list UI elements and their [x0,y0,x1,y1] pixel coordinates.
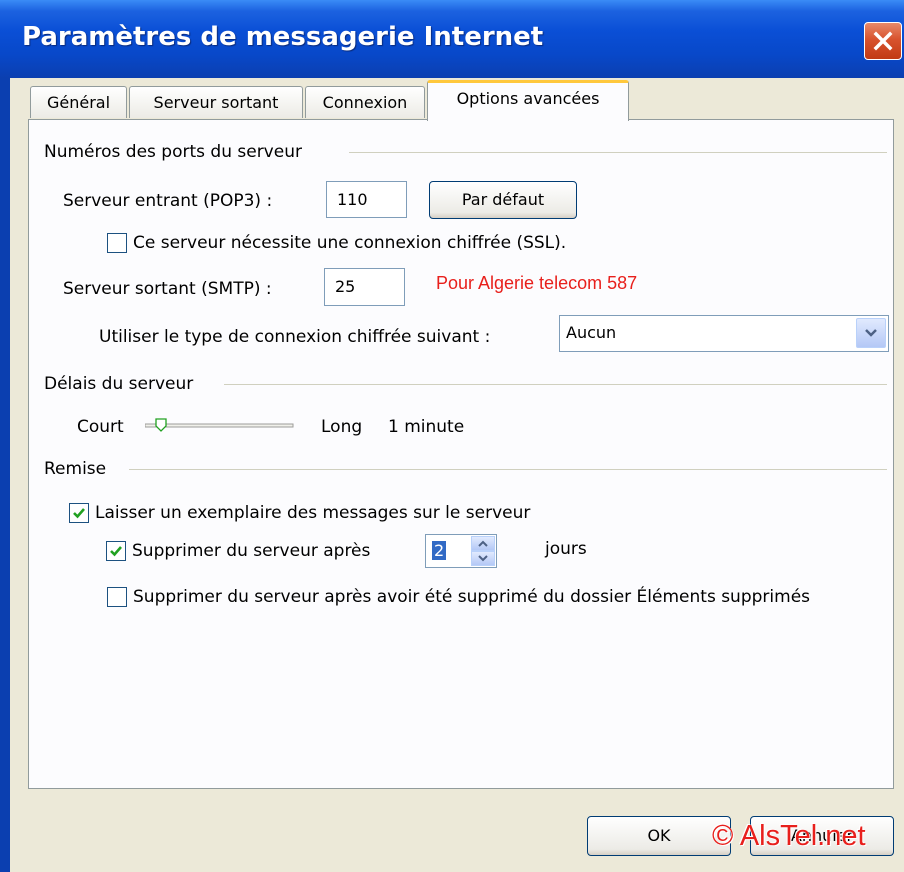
days-unit-label: jours [545,539,587,559]
smtp-port-annotation: Pour Algerie telecom 587 [436,273,638,293]
spin-up-button[interactable] [471,536,495,551]
tab-outgoing-server[interactable]: Serveur sortant [129,86,303,118]
remove-after-days-spinner[interactable]: 2 [425,534,497,568]
dropdown-arrow-button[interactable] [856,318,886,348]
spin-down-button[interactable] [471,551,495,566]
timeout-long-label: Long [321,417,363,437]
delivery-group-divider [129,469,887,470]
ssl-checkbox-label: Ce serveur nécessite une connexion chiff… [133,233,567,253]
incoming-port-label: Serveur entrant (POP3) : [63,191,273,211]
window-title: Paramètres de messagerie Internet [22,22,544,52]
watermark: © AlsTel.net [712,820,866,852]
advanced-options-panel: Numéros des ports du serveur Serveur ent… [28,119,894,789]
tab-connection[interactable]: Connexion [305,86,425,118]
tab-advanced-options[interactable]: Options avancées [427,80,629,121]
close-icon [873,31,893,51]
timeouts-group-label: Délais du serveur [44,374,194,394]
encryption-type-select[interactable]: Aucun [559,315,889,352]
timeout-slider[interactable] [145,417,295,437]
timeout-slider-graphic [145,418,294,432]
remove-after-days-value[interactable]: 2 [432,541,447,560]
ssl-checkbox[interactable] [107,233,127,253]
chevron-down-icon [478,555,488,562]
leave-copy-checkbox[interactable] [69,503,89,523]
timeouts-group-divider [224,384,887,385]
timeout-value: 1 minute [388,417,465,437]
remove-deleted-label: Supprimer du serveur après avoir été sup… [133,587,811,607]
ok-button[interactable]: OK [587,816,731,856]
remove-after-checkbox[interactable] [106,541,126,561]
ports-group-divider [349,152,887,153]
checkmark-icon [110,546,122,557]
leave-copy-label: Laisser un exemplaire des messages sur l… [95,503,531,523]
title-bar[interactable]: Paramètres de messagerie Internet [0,0,904,78]
spin-buttons [471,536,495,566]
incoming-port-input[interactable]: 110 [326,181,407,218]
chevron-up-icon [478,540,488,547]
remove-after-label: Supprimer du serveur après [132,541,371,561]
default-ports-button[interactable]: Par défaut [429,181,577,219]
outgoing-port-label: Serveur sortant (SMTP) : [63,279,272,299]
remove-after-days-value-wrap: 2 [432,541,447,560]
dialog-window: Paramètres de messagerie Internet Généra… [0,0,904,872]
encryption-type-label: Utiliser le type de connexion chiffrée s… [99,327,491,347]
window-frame [0,78,10,872]
timeout-slider-thumb[interactable] [155,418,167,432]
checkmark-icon [73,508,85,519]
close-button[interactable] [864,22,902,60]
delivery-group-label: Remise [44,459,107,479]
ports-group-label: Numéros des ports du serveur [44,142,302,162]
encryption-type-value: Aucun [566,323,617,342]
remove-deleted-checkbox[interactable] [107,587,127,607]
timeout-short-label: Court [77,417,124,437]
tab-general[interactable]: Général [30,86,127,118]
chevron-down-icon [865,329,877,337]
outgoing-port-input[interactable]: 25 [324,268,405,306]
